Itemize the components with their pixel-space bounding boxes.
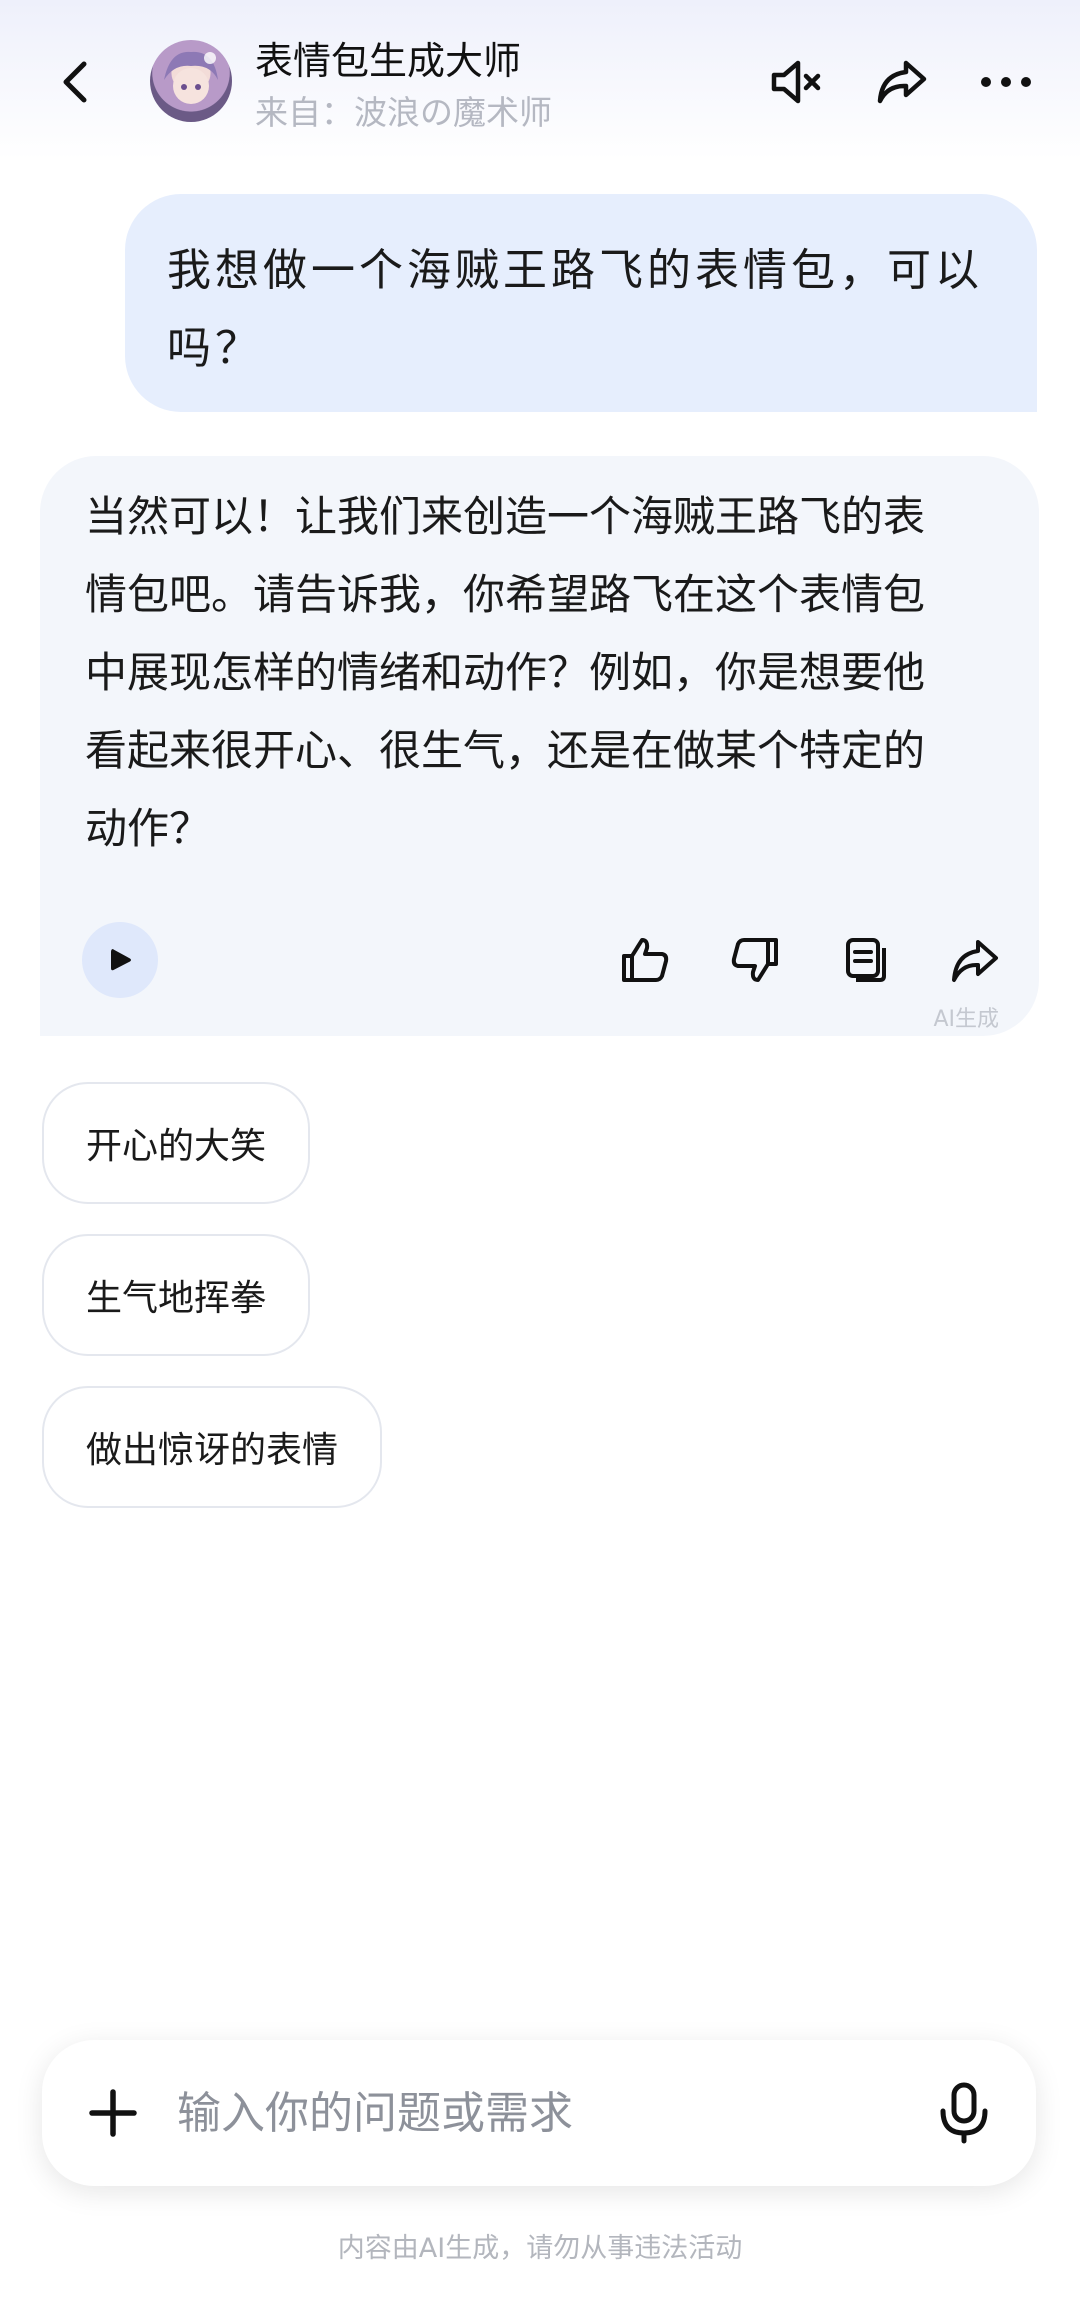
dislike-button[interactable] (725, 930, 785, 990)
thumbs-up-icon (622, 938, 669, 982)
more-button[interactable] (976, 52, 1036, 112)
assistant-text-line: 当然可以！让我们来创造一个海贼王路飞的表 (85, 492, 926, 541)
chat-subtitle[interactable]: 来自：波浪の魔术师 (255, 86, 552, 134)
chat-title: 表情包生成大师 (255, 39, 522, 83)
copy-icon (846, 938, 886, 982)
suggestion-chip[interactable]: 生气地挥拳 (42, 1234, 311, 1356)
suggestion-chip[interactable]: 开心的大笑 (42, 1082, 311, 1204)
share-icon (952, 940, 998, 982)
share-message-button[interactable] (945, 930, 1005, 990)
share-icon (877, 60, 927, 104)
suggestion-chip[interactable]: 做出惊讶的表情 (42, 1386, 383, 1508)
message-input[interactable] (177, 2076, 937, 2150)
thumbs-down-icon (731, 938, 778, 982)
back-button[interactable] (50, 52, 100, 112)
assistant-message-text: 当然可以！让我们来创造一个海贼王路飞的表 情包吧。请告诉我，你希望路飞在这个表情… (85, 478, 1005, 868)
copy-button[interactable] (837, 930, 897, 990)
bot-avatar[interactable] (150, 40, 232, 122)
chat-header: 表情包生成大师 来自：波浪の魔术师 (0, 0, 1080, 160)
more-icon (981, 77, 1031, 87)
ai-generated-label: AI生成 (933, 1007, 999, 1032)
microphone-icon (940, 2082, 988, 2144)
mute-button[interactable] (766, 52, 826, 112)
input-bar (42, 2040, 1036, 2186)
play-icon (111, 949, 131, 971)
mute-icon (771, 60, 821, 104)
play-audio-button[interactable] (82, 922, 158, 998)
assistant-text-line: 看起来很开心、很生气，还是在做某个特定的 (85, 726, 926, 775)
assistant-text-line: 动作？ (85, 804, 212, 853)
voice-input-button[interactable] (928, 2076, 1000, 2150)
like-button[interactable] (615, 930, 675, 990)
add-attachment-button[interactable] (80, 2080, 146, 2146)
disclaimer-text: 内容由AI生成，请勿从事违法活动 (337, 2233, 743, 2264)
plus-icon (89, 2089, 137, 2137)
assistant-message[interactable]: 当然可以！让我们来创造一个海贼王路飞的表 情包吧。请告诉我，你希望路飞在这个表情… (40, 456, 1039, 1036)
share-button[interactable] (872, 52, 932, 112)
chat-screen: 表情包生成大师 来自：波浪の魔术师 我想做一个海贼王路飞的表情包，可以吗？ 当然… (0, 0, 1080, 2305)
back-icon (63, 61, 87, 103)
assistant-text-line: 中展现怎样的情绪和动作？例如，你是想要他 (85, 648, 926, 697)
user-message[interactable]: 我想做一个海贼王路飞的表情包，可以吗？ (125, 194, 1037, 412)
avatar-image (164, 51, 218, 104)
assistant-text-line: 情包吧。请告诉我，你希望路飞在这个表情包 (85, 570, 926, 619)
